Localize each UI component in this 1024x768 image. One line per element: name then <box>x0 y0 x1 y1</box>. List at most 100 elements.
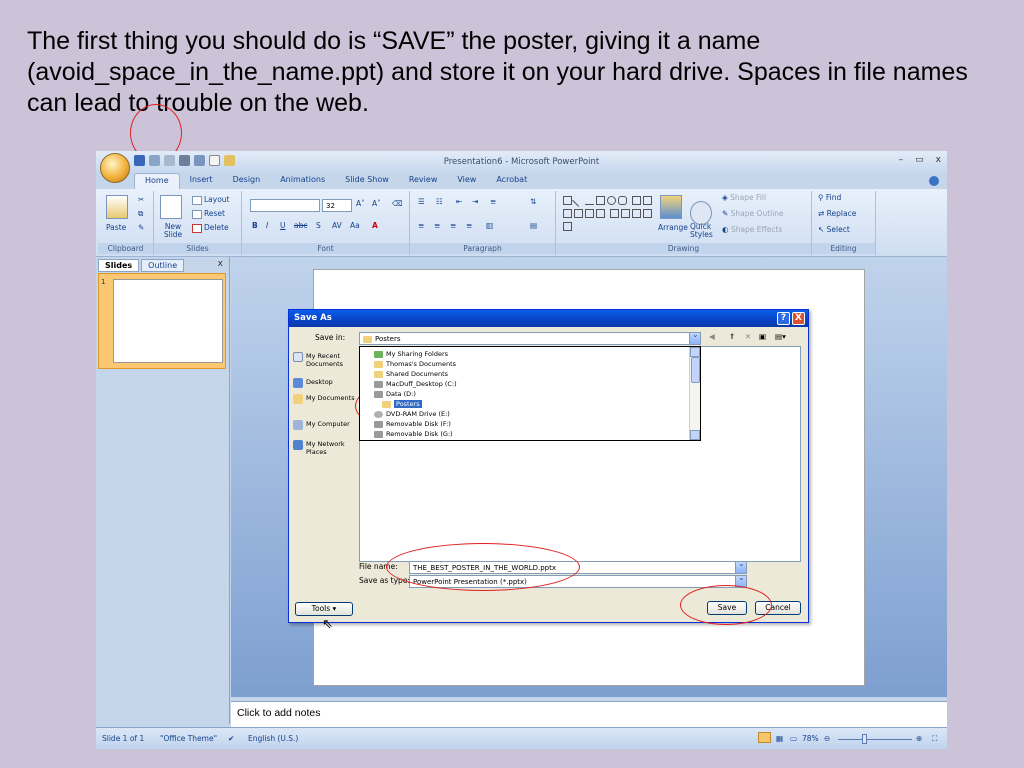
quick-styles-button[interactable]: Quick Styles <box>690 223 718 239</box>
bold-icon[interactable]: B <box>252 221 258 230</box>
down-arrow-shape-icon[interactable] <box>585 209 594 218</box>
elbow-shape-icon[interactable] <box>563 209 572 218</box>
office-button[interactable] <box>100 153 130 183</box>
right-arrow-shape-icon[interactable] <box>574 209 583 218</box>
change-case-icon[interactable]: Aa <box>350 221 360 230</box>
strikethrough-icon[interactable]: abc <box>294 221 307 230</box>
location-item[interactable]: Removable Disk (F:) <box>374 419 451 429</box>
fit-window-icon[interactable]: ⛶ <box>932 734 937 744</box>
place-my-recent-documents[interactable]: My Recent Documents <box>293 352 355 368</box>
connector-shape-icon[interactable] <box>642 196 652 205</box>
replace-button[interactable]: ⇄ Replace <box>818 209 856 218</box>
columns-icon[interactable]: ▥ <box>486 221 493 230</box>
italic-icon[interactable]: I <box>266 221 268 230</box>
underline-icon[interactable]: U <box>280 221 286 230</box>
location-item-selected[interactable]: Posters <box>382 399 422 409</box>
paste-button[interactable]: Paste <box>106 223 126 232</box>
rectangle-shape-icon[interactable] <box>563 196 572 205</box>
back-icon[interactable]: ◀ <box>709 332 715 341</box>
justify-icon[interactable]: ≡ <box>466 221 472 230</box>
line-spacing-icon[interactable]: ≡ <box>490 197 496 206</box>
spellcheck-icon[interactable]: ✔ <box>228 734 234 743</box>
file-name-dropdown-arrow[interactable] <box>735 559 746 573</box>
shrink-font-icon[interactable]: A˅ <box>372 199 381 208</box>
shadow-icon[interactable]: S <box>316 221 321 230</box>
zoom-slider-thumb[interactable] <box>862 734 867 744</box>
place-my-computer[interactable]: My Computer <box>293 420 355 430</box>
shape-outline-button[interactable]: ✎ Shape Outline <box>722 209 784 218</box>
tab-acrobat[interactable]: Acrobat <box>486 173 537 189</box>
copy-icon[interactable]: ⧉ <box>138 209 143 219</box>
close-button[interactable]: x <box>936 155 941 165</box>
char-spacing-icon[interactable]: AV <box>332 221 342 230</box>
help-icon[interactable] <box>929 176 939 186</box>
pane-close-icon[interactable]: x <box>218 259 223 269</box>
notes-pane[interactable]: Click to add notes <box>231 701 947 727</box>
find-button[interactable]: ⚲ Find <box>818 193 841 202</box>
location-item[interactable]: Removable Disk (G:) <box>374 429 453 439</box>
zoom-level[interactable]: 78% <box>802 734 819 743</box>
font-size-combo[interactable]: 32 <box>322 199 352 212</box>
tab-review[interactable]: Review <box>399 173 448 189</box>
smartart-icon[interactable]: ▤ <box>530 221 537 230</box>
save-in-dropdown-list[interactable]: My Sharing Folders Thomas's Documents Sh… <box>359 346 701 441</box>
star-shape-icon[interactable] <box>563 222 572 231</box>
layout-button[interactable]: Layout <box>192 195 230 205</box>
scroll-down-arrow[interactable] <box>690 430 700 440</box>
save-in-combo[interactable]: Posters <box>359 330 701 345</box>
dialog-help-button[interactable]: ? <box>777 312 790 325</box>
location-item[interactable]: DVD-RAM Drive (E:) <box>374 409 450 419</box>
scroll-up-arrow[interactable] <box>690 347 700 357</box>
tab-view[interactable]: View <box>447 173 486 189</box>
select-button[interactable]: ↖ Select <box>818 225 850 234</box>
numbering-icon[interactable]: ☷ <box>436 197 443 206</box>
increase-indent-icon[interactable]: ⇥ <box>472 197 478 206</box>
arrange-button[interactable]: Arrange <box>658 223 688 232</box>
normal-view-icon[interactable] <box>758 732 771 743</box>
brace-shape-icon[interactable] <box>642 209 652 218</box>
location-item[interactable]: MacDuff_Desktop (C:) <box>374 379 457 389</box>
place-desktop[interactable]: Desktop <box>293 378 355 388</box>
freeform-shape-icon[interactable] <box>609 209 619 218</box>
triangle-shape-icon[interactable] <box>631 196 641 205</box>
shapes-gallery[interactable] <box>562 194 654 234</box>
tab-slide-show[interactable]: Slide Show <box>335 173 399 189</box>
square-shape-icon[interactable] <box>596 196 605 205</box>
save-in-dropdown-arrow[interactable] <box>689 330 700 344</box>
format-painter-icon[interactable]: ✎ <box>138 223 144 232</box>
place-my-documents[interactable]: My Documents <box>293 394 355 404</box>
new-folder-icon[interactable]: ▣ <box>759 332 766 341</box>
zoom-slider[interactable] <box>838 739 912 740</box>
arrange-icon[interactable] <box>660 195 682 219</box>
font-color-icon[interactable]: A <box>372 221 378 230</box>
align-right-icon[interactable]: ≡ <box>450 221 456 230</box>
location-item[interactable]: My Sharing Folders <box>374 349 448 359</box>
place-my-network-places[interactable]: My Network Places <box>293 440 355 456</box>
tab-home[interactable]: Home <box>134 173 180 189</box>
line-shape-icon[interactable] <box>572 194 585 207</box>
text-direction-icon[interactable]: ⇅ <box>530 197 536 206</box>
decrease-indent-icon[interactable]: ⇤ <box>456 197 462 206</box>
rounded-rect-shape-icon[interactable] <box>618 196 627 205</box>
new-slide-button[interactable]: New Slide <box>156 223 190 239</box>
up-folder-icon[interactable]: ⇑ <box>729 332 735 341</box>
align-left-icon[interactable]: ≡ <box>418 221 424 230</box>
minimize-button[interactable]: – <box>899 155 904 165</box>
arrow-shape-icon[interactable] <box>585 196 594 205</box>
location-item[interactable]: Shared Documents <box>374 369 448 379</box>
font-name-combo[interactable] <box>250 199 320 212</box>
tab-slides-pane[interactable]: Slides <box>98 259 140 272</box>
dropdown-scrollbar[interactable] <box>689 347 700 440</box>
zoom-in-icon[interactable]: ⊕ <box>916 734 922 743</box>
delete-icon[interactable]: ✕ <box>745 332 751 341</box>
reset-button[interactable]: Reset <box>192 209 225 219</box>
views-icon[interactable]: ▤▾ <box>775 332 786 341</box>
scroll-thumb[interactable] <box>691 357 700 383</box>
slide-sorter-icon[interactable]: ▦ <box>776 734 783 743</box>
tab-outline-pane[interactable]: Outline <box>141 259 185 272</box>
dialog-close-button[interactable]: X <box>792 312 805 325</box>
slide-thumbnail-selected[interactable]: 1 <box>98 273 226 369</box>
restore-button[interactable]: ▭ <box>915 155 924 165</box>
oval-shape-icon[interactable] <box>607 196 616 205</box>
location-item[interactable]: Thomas's Documents <box>374 359 456 369</box>
